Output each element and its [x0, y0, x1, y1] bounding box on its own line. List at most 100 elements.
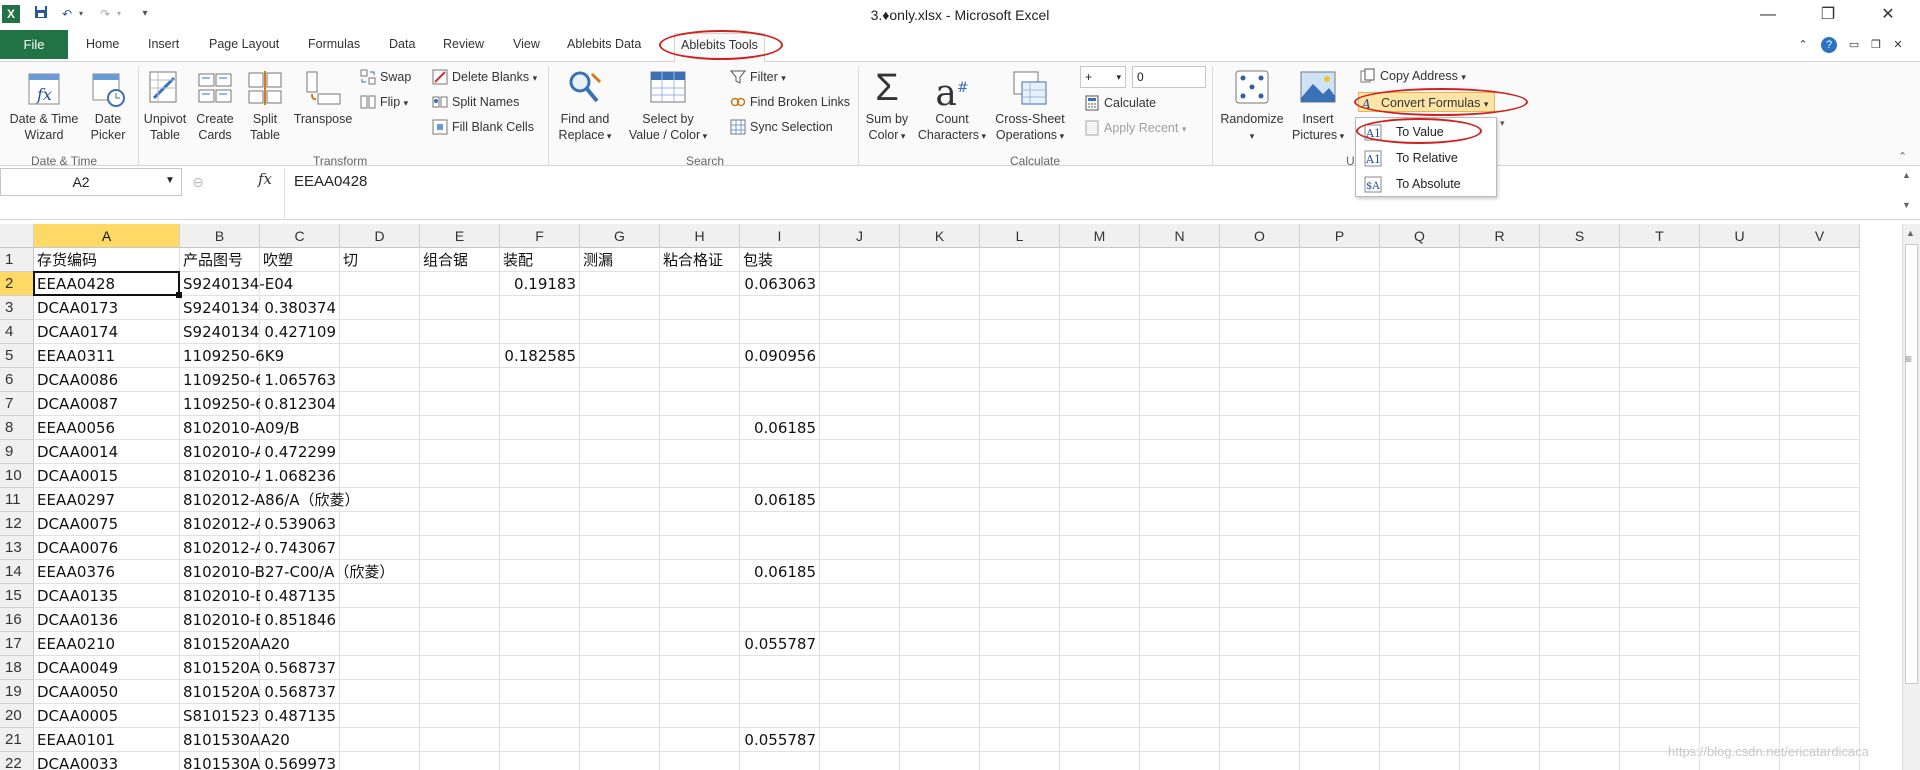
formula-bar-collapse-icon[interactable]: ⊖ — [186, 172, 210, 192]
cell-u4[interactable] — [1700, 320, 1780, 344]
cell-e19[interactable] — [420, 680, 500, 704]
cell-a7[interactable]: DCAA0087 — [34, 392, 180, 416]
cell-r15[interactable] — [1460, 584, 1540, 608]
find-replace-button[interactable]: Find and Replace ▾ — [554, 68, 616, 144]
column-header-o[interactable]: O — [1220, 224, 1300, 248]
cell-p3[interactable] — [1300, 296, 1380, 320]
cell-k22[interactable] — [900, 752, 980, 770]
ribbon-collapse-icon[interactable]: ⌃ — [1788, 34, 1818, 56]
cell-k16[interactable] — [900, 608, 980, 632]
cell-a5[interactable]: EEAA0311 — [34, 344, 180, 368]
cell-e9[interactable] — [420, 440, 500, 464]
cell-n12[interactable] — [1140, 512, 1220, 536]
formula-scroll-up-icon[interactable]: ▲ — [1902, 170, 1911, 180]
cell-a17[interactable]: EEAA0210 — [34, 632, 180, 656]
cell-o14[interactable] — [1220, 560, 1300, 584]
cell-c10[interactable]: 1.068236 — [260, 464, 340, 488]
cell-v20[interactable] — [1780, 704, 1860, 728]
row-header-10[interactable]: 10 — [0, 464, 34, 488]
cell-p1[interactable] — [1300, 248, 1380, 272]
cell-f11[interactable] — [500, 488, 580, 512]
cell-q18[interactable] — [1380, 656, 1460, 680]
cell-j20[interactable] — [820, 704, 900, 728]
cell-i21[interactable]: 0.055787 — [740, 728, 820, 752]
cell-k8[interactable] — [900, 416, 980, 440]
cell-t19[interactable] — [1620, 680, 1700, 704]
cell-b19[interactable]: 8101520A/ — [180, 680, 265, 704]
cell-m21[interactable] — [1060, 728, 1140, 752]
cell-h2[interactable] — [660, 272, 740, 296]
tab-home[interactable]: Home — [86, 37, 119, 51]
cell-l14[interactable] — [980, 560, 1060, 584]
cell-b14[interactable]: 8102010-B27-C00/A（欣菱） — [180, 560, 394, 584]
cell-p19[interactable] — [1300, 680, 1380, 704]
scroll-thumb[interactable] — [1905, 244, 1918, 684]
cell-f19[interactable] — [500, 680, 580, 704]
cell-r22[interactable] — [1460, 752, 1540, 770]
cell-t16[interactable] — [1620, 608, 1700, 632]
cell-f3[interactable] — [500, 296, 580, 320]
cell-g9[interactable] — [580, 440, 660, 464]
cell-m7[interactable] — [1060, 392, 1140, 416]
cell-p13[interactable] — [1300, 536, 1380, 560]
cell-j8[interactable] — [820, 416, 900, 440]
cell-e2[interactable] — [420, 272, 500, 296]
cell-s18[interactable] — [1540, 656, 1620, 680]
row-header-22[interactable]: 22 — [0, 752, 34, 770]
column-header-t[interactable]: T — [1620, 224, 1700, 248]
tab-data[interactable]: Data — [389, 37, 415, 51]
cell-h9[interactable] — [660, 440, 740, 464]
cell-n17[interactable] — [1140, 632, 1220, 656]
cell-m8[interactable] — [1060, 416, 1140, 440]
cell-u1[interactable] — [1700, 248, 1780, 272]
cell-o17[interactable] — [1220, 632, 1300, 656]
cell-b21[interactable]: 8101530AA20 — [180, 728, 290, 752]
cell-o11[interactable] — [1220, 488, 1300, 512]
cell-s7[interactable] — [1540, 392, 1620, 416]
cell-s3[interactable] — [1540, 296, 1620, 320]
cell-d2[interactable] — [340, 272, 420, 296]
cell-j17[interactable] — [820, 632, 900, 656]
cell-j19[interactable] — [820, 680, 900, 704]
cell-o15[interactable] — [1220, 584, 1300, 608]
cell-m13[interactable] — [1060, 536, 1140, 560]
cell-k5[interactable] — [900, 344, 980, 368]
cell-n4[interactable] — [1140, 320, 1220, 344]
cell-a6[interactable]: DCAA0086 — [34, 368, 180, 392]
cell-i5[interactable]: 0.090956 — [740, 344, 820, 368]
cell-b2[interactable]: S9240134-E04 — [180, 272, 293, 296]
cell-m12[interactable] — [1060, 512, 1140, 536]
cell-m6[interactable] — [1060, 368, 1140, 392]
cell-o6[interactable] — [1220, 368, 1300, 392]
cell-r14[interactable] — [1460, 560, 1540, 584]
row-header-17[interactable]: 17 — [0, 632, 34, 656]
cell-i10[interactable] — [740, 464, 820, 488]
cell-o8[interactable] — [1220, 416, 1300, 440]
cell-o16[interactable] — [1220, 608, 1300, 632]
cell-b20[interactable]: S8101523- — [180, 704, 265, 728]
column-header-n[interactable]: N — [1140, 224, 1220, 248]
cell-d8[interactable] — [340, 416, 420, 440]
cell-a1[interactable]: 存货编码 — [34, 248, 180, 272]
column-header-q[interactable]: Q — [1380, 224, 1460, 248]
column-header-f[interactable]: F — [500, 224, 580, 248]
cell-m5[interactable] — [1060, 344, 1140, 368]
row-header-2[interactable]: 2 — [0, 272, 34, 296]
cell-n2[interactable] — [1140, 272, 1220, 296]
cell-c22[interactable]: 0.569973 — [260, 752, 340, 770]
cell-u20[interactable] — [1700, 704, 1780, 728]
cell-a10[interactable]: DCAA0015 — [34, 464, 180, 488]
close-button[interactable]: ✕ — [1868, 4, 1908, 26]
formula-input[interactable]: EEAA0428 — [294, 173, 367, 190]
cell-u15[interactable] — [1700, 584, 1780, 608]
cell-m20[interactable] — [1060, 704, 1140, 728]
cell-v17[interactable] — [1780, 632, 1860, 656]
cell-b9[interactable]: 8102010-A — [180, 440, 265, 464]
cell-i17[interactable]: 0.055787 — [740, 632, 820, 656]
cell-f10[interactable] — [500, 464, 580, 488]
cell-c15[interactable]: 0.487135 — [260, 584, 340, 608]
cell-s20[interactable] — [1540, 704, 1620, 728]
cell-d20[interactable] — [340, 704, 420, 728]
cell-d3[interactable] — [340, 296, 420, 320]
scroll-up-icon[interactable]: ▲ — [1906, 228, 1915, 238]
